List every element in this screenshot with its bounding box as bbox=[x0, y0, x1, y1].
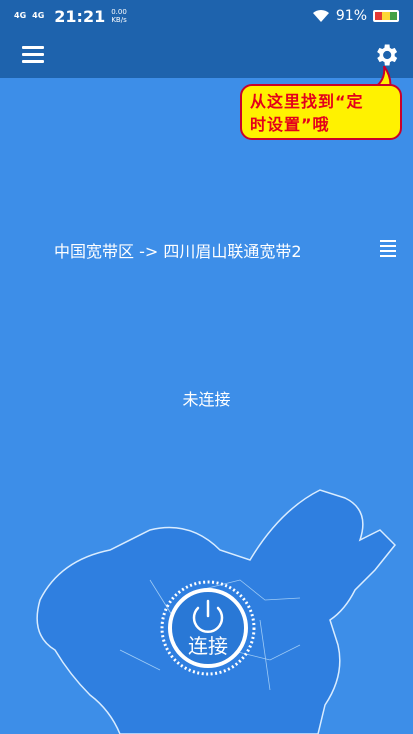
signal-1-indicator: 4G bbox=[14, 11, 27, 20]
status-right: 91% bbox=[312, 8, 399, 24]
hamburger-menu-icon[interactable] bbox=[22, 46, 44, 64]
toolbar bbox=[0, 32, 413, 78]
timer-settings-callout: 从这里找到“定 时设置”哦 bbox=[240, 84, 402, 140]
callout-line-2: 时设置”哦 bbox=[250, 115, 330, 134]
connect-button[interactable] bbox=[160, 580, 256, 676]
speed-unit: KB/s bbox=[111, 16, 127, 24]
clock: 21:21 bbox=[54, 6, 106, 26]
server-list-icon[interactable] bbox=[378, 238, 398, 258]
gear-icon[interactable] bbox=[372, 41, 400, 69]
network-speed: 0.00 KB/s bbox=[111, 8, 127, 24]
battery-icon bbox=[373, 10, 399, 22]
route-label[interactable]: 中国宽带区 -> 四川眉山联通宽带2 bbox=[54, 238, 354, 262]
signal-2-indicator: 4G bbox=[32, 11, 45, 20]
status-left: 4G 4G 21:21 0.00 KB/s bbox=[14, 7, 127, 26]
wifi-icon bbox=[312, 9, 329, 22]
callout-line-1: 从这里找到“定 bbox=[250, 92, 364, 111]
speed-value: 0.00 bbox=[111, 8, 127, 16]
battery-percent: 91% bbox=[335, 8, 367, 24]
connection-status: 未连接 bbox=[182, 390, 231, 409]
status-bar: 4G 4G 21:21 0.00 KB/s 91% bbox=[0, 0, 413, 32]
